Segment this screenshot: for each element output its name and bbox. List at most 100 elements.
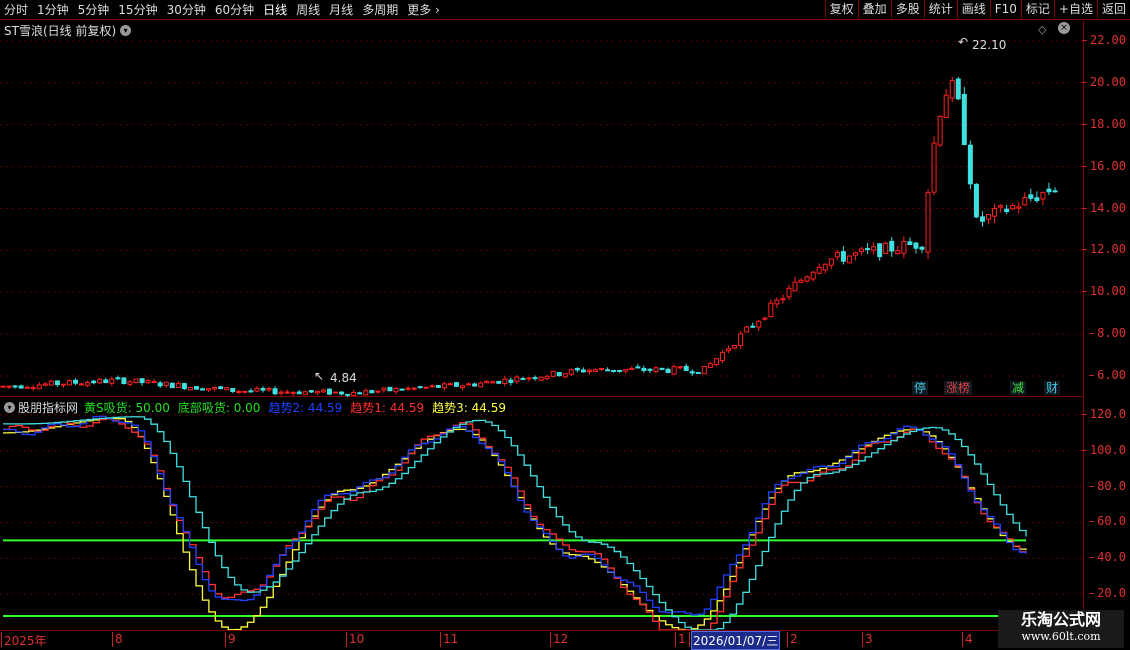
candle-body bbox=[193, 386, 199, 390]
period-tab-6[interactable]: 日线 bbox=[259, 0, 292, 20]
toolbar-button-3[interactable]: 统计 bbox=[923, 0, 957, 20]
candle-body bbox=[822, 263, 828, 271]
toolbar-button-4[interactable]: 画线 bbox=[956, 0, 990, 20]
candle-body bbox=[12, 385, 18, 388]
candle-body bbox=[659, 367, 665, 370]
candle-body bbox=[677, 366, 683, 369]
candle-body bbox=[1046, 188, 1052, 193]
period-tab-2[interactable]: 5分钟 bbox=[74, 0, 115, 20]
candle-body bbox=[248, 390, 254, 393]
candle-body bbox=[67, 380, 73, 386]
period-tab-0[interactable]: 分时 bbox=[0, 0, 33, 20]
candle-body bbox=[599, 367, 605, 370]
candle-body bbox=[296, 391, 302, 395]
candle-body bbox=[30, 387, 36, 390]
candle-body bbox=[36, 384, 42, 390]
candle-body bbox=[756, 320, 762, 328]
candle-body bbox=[532, 377, 538, 380]
candle-body bbox=[919, 246, 925, 250]
x-tick-label: 4 bbox=[962, 632, 973, 647]
candle-body bbox=[181, 383, 187, 390]
candle-body bbox=[484, 380, 490, 384]
toolbar-button-7[interactable]: +自选 bbox=[1053, 0, 1097, 20]
candle-body bbox=[206, 388, 212, 391]
indicator-y-axis: 20.0 40.0 60.0 80.0 100.0 120.0 bbox=[1081, 397, 1130, 630]
candle-body bbox=[544, 375, 550, 380]
toolbar-button-1[interactable]: 叠加 bbox=[857, 0, 891, 20]
candle-body bbox=[895, 250, 901, 255]
candle-body bbox=[6, 385, 12, 388]
period-tab-7[interactable]: 周线 bbox=[292, 0, 325, 20]
candle-body bbox=[804, 276, 810, 282]
candle-body bbox=[653, 367, 659, 372]
candle-body bbox=[127, 381, 133, 385]
indicator-ytick: 40.0 bbox=[1089, 550, 1126, 565]
period-tab-5[interactable]: 60分钟 bbox=[211, 0, 259, 20]
toolbar-button-6[interactable]: 标记 bbox=[1020, 0, 1054, 20]
x-tick-label: 11 bbox=[439, 632, 459, 647]
candle-body bbox=[478, 382, 484, 388]
candle-body bbox=[326, 388, 332, 395]
period-tab-9[interactable]: 多周期 bbox=[358, 0, 403, 20]
x-tick-label: 2025年 bbox=[1, 632, 47, 648]
candle-body bbox=[345, 393, 351, 396]
candle-body bbox=[278, 391, 284, 394]
candle-body bbox=[865, 248, 871, 251]
candle-body bbox=[236, 390, 242, 393]
indicator-ytick: 100.0 bbox=[1081, 442, 1126, 457]
toolbar-buttons: 复权 叠加 多股 统计 画线 F10 标记 +自选 返回 bbox=[824, 0, 1130, 20]
candle-body bbox=[459, 385, 465, 389]
candle-body bbox=[943, 94, 949, 118]
badge-1[interactable]: 涨榜 bbox=[944, 381, 973, 395]
badge-0[interactable]: 停 bbox=[912, 381, 929, 395]
period-tab-1[interactable]: 1分钟 bbox=[33, 0, 74, 20]
candle-body bbox=[157, 382, 163, 387]
badge-3[interactable]: 财 bbox=[1044, 381, 1061, 395]
period-tab-3[interactable]: 15分钟 bbox=[114, 0, 162, 20]
toolbar-button-5[interactable]: F10 bbox=[989, 0, 1021, 20]
candle-body bbox=[798, 279, 804, 283]
trend-cyan-line bbox=[3, 416, 1027, 630]
candle-body bbox=[490, 381, 496, 384]
x-tick-label: 9 bbox=[225, 632, 236, 647]
price-ytick: 20.00 bbox=[1081, 74, 1126, 89]
candle-body bbox=[230, 388, 236, 392]
candle-body bbox=[169, 382, 175, 389]
candle-body bbox=[768, 302, 774, 318]
candle-body bbox=[992, 207, 998, 217]
candle-body bbox=[429, 385, 435, 388]
candle-body bbox=[502, 378, 508, 385]
candle-body bbox=[103, 379, 109, 384]
candle-body bbox=[24, 386, 30, 389]
candle-body bbox=[212, 386, 218, 390]
x-tick-label: 10 bbox=[345, 632, 365, 647]
candle-body bbox=[79, 383, 85, 386]
candle-body bbox=[901, 241, 907, 254]
toolbar-button-8[interactable]: 返回 bbox=[1096, 0, 1130, 20]
candle-body bbox=[985, 214, 991, 220]
price-ytick: 14.00 bbox=[1081, 200, 1126, 215]
candle-body bbox=[423, 386, 429, 389]
period-tab-8[interactable]: 月线 bbox=[325, 0, 358, 20]
candle-body bbox=[750, 325, 756, 328]
candle-body bbox=[973, 183, 979, 218]
candle-body bbox=[1052, 190, 1058, 193]
toolbar-button-2[interactable]: 多股 bbox=[890, 0, 924, 20]
candle-body bbox=[369, 390, 375, 394]
candle-body bbox=[671, 366, 677, 375]
candle-body bbox=[1034, 197, 1040, 202]
high-arrow-icon: ↶ bbox=[958, 35, 969, 49]
badge-2[interactable]: 减 bbox=[1010, 381, 1027, 395]
candle-body bbox=[48, 380, 54, 386]
candle-body bbox=[792, 281, 798, 292]
toolbar-button-0[interactable]: 复权 bbox=[824, 0, 858, 20]
period-tab-10[interactable]: 更多 › bbox=[403, 0, 445, 20]
candle-body bbox=[1040, 191, 1046, 200]
candle-body bbox=[399, 388, 405, 391]
candle-body bbox=[689, 371, 695, 374]
period-tab-4[interactable]: 30分钟 bbox=[163, 0, 211, 20]
candle-body bbox=[998, 205, 1004, 208]
candle-body bbox=[466, 383, 472, 386]
candle-body bbox=[363, 390, 369, 396]
candle-body bbox=[883, 242, 889, 255]
